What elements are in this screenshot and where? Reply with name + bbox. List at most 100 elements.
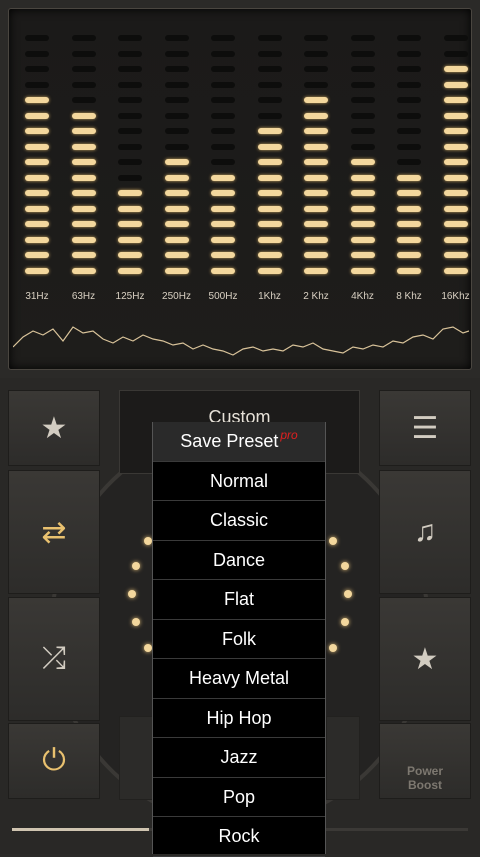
eq-segment bbox=[397, 159, 421, 165]
eq-segment bbox=[443, 66, 468, 72]
shuffle-button[interactable]: ⤮ bbox=[8, 597, 100, 721]
eq-segment bbox=[118, 190, 142, 196]
eq-segment bbox=[443, 50, 468, 57]
eq-segment bbox=[211, 35, 235, 41]
menu-item-rock[interactable]: Rock bbox=[153, 817, 325, 857]
eq-segment bbox=[71, 128, 96, 134]
eq-segment bbox=[443, 205, 468, 212]
eq-segment bbox=[257, 236, 282, 243]
eq-segment bbox=[25, 128, 49, 134]
menu-item-classic[interactable]: Classic bbox=[153, 501, 325, 541]
eq-segment bbox=[71, 174, 96, 181]
eq-segment bbox=[25, 252, 49, 258]
eq-segment bbox=[164, 143, 189, 150]
eq-segment bbox=[71, 159, 96, 165]
eq-segment bbox=[25, 236, 49, 243]
next-track-button[interactable] bbox=[326, 716, 360, 800]
eq-segment bbox=[164, 35, 189, 41]
eq-segment bbox=[397, 128, 421, 134]
favorite-button[interactable]: ★ bbox=[379, 597, 471, 721]
eq-segment bbox=[257, 35, 282, 41]
music-button[interactable]: ♫ bbox=[379, 470, 471, 594]
eq-segment bbox=[211, 205, 235, 212]
eq-segment bbox=[118, 97, 142, 103]
waveform-line bbox=[13, 326, 469, 356]
dial-led bbox=[132, 618, 140, 626]
eq-segment bbox=[71, 221, 96, 227]
eq-segment bbox=[257, 252, 282, 258]
eq-segment bbox=[211, 97, 235, 103]
eq-segment bbox=[257, 143, 282, 150]
presets-button[interactable]: ★ bbox=[8, 390, 100, 466]
menu-item-normal[interactable]: Normal bbox=[153, 462, 325, 501]
menu-item-label: Normal bbox=[209, 470, 268, 491]
eq-segment bbox=[164, 128, 189, 134]
eq-segment bbox=[257, 221, 282, 227]
eq-segment bbox=[397, 252, 421, 258]
eq-segment bbox=[164, 81, 189, 88]
eq-segment bbox=[350, 267, 375, 274]
repeat-button[interactable]: ⇄ bbox=[8, 470, 100, 594]
menu-item-label: Folk bbox=[221, 628, 256, 649]
eq-segment bbox=[304, 205, 328, 212]
eq-segment bbox=[397, 50, 421, 57]
eq-segment bbox=[164, 236, 189, 243]
menu-item-label: Heavy Metal bbox=[188, 668, 290, 688]
eq-segment bbox=[257, 190, 282, 196]
dial-led bbox=[128, 590, 136, 598]
eq-segment bbox=[211, 190, 235, 196]
eq-band-label: 1Khz bbox=[258, 291, 281, 302]
eq-segment bbox=[25, 143, 49, 150]
eq-segment bbox=[211, 221, 235, 227]
playlist-button[interactable]: ☰ bbox=[379, 390, 471, 466]
eq-segment bbox=[25, 81, 49, 88]
eq-segment bbox=[257, 128, 282, 134]
eq-segment bbox=[304, 128, 328, 134]
prev-track-button[interactable] bbox=[119, 716, 153, 800]
eq-segment bbox=[304, 112, 328, 119]
eq-segment bbox=[350, 174, 375, 181]
eq-segment bbox=[350, 190, 375, 196]
menu-item-pop[interactable]: Pop bbox=[153, 778, 325, 817]
eq-band-label: 4Khz bbox=[351, 291, 374, 302]
menu-item-save-preset[interactable]: Save Preset pro bbox=[153, 422, 325, 462]
eq-segment bbox=[25, 190, 49, 196]
eq-segment bbox=[164, 205, 189, 212]
eq-segment bbox=[118, 267, 142, 274]
eq-segment bbox=[71, 50, 96, 57]
eq-segment bbox=[397, 236, 421, 243]
eq-segment bbox=[397, 97, 421, 103]
eq-segment bbox=[164, 252, 189, 258]
menu-item-jazz[interactable]: Jazz bbox=[153, 738, 325, 778]
power-button[interactable]: ⏻ bbox=[8, 723, 100, 799]
eq-segment bbox=[443, 267, 468, 274]
eq-segment bbox=[257, 97, 282, 103]
eq-segment bbox=[257, 66, 282, 72]
eq-segment bbox=[443, 35, 468, 41]
eq-segment bbox=[211, 159, 235, 165]
eq-segment bbox=[304, 81, 328, 88]
power-boost-button[interactable]: Power Boost bbox=[379, 723, 471, 799]
dial-led bbox=[341, 618, 349, 626]
eq-segment bbox=[118, 143, 142, 150]
eq-segment bbox=[443, 81, 468, 88]
dial-led bbox=[132, 562, 140, 570]
eq-segment bbox=[211, 174, 235, 181]
playlist-icon: ☰ bbox=[411, 411, 439, 445]
menu-item-folk[interactable]: Folk bbox=[153, 620, 325, 659]
eq-segment bbox=[25, 159, 49, 165]
menu-item-hip-hop[interactable]: Hip Hop bbox=[153, 699, 325, 738]
eq-segment bbox=[257, 81, 282, 88]
eq-band-label: 8 Khz bbox=[396, 291, 422, 302]
menu-item-flat[interactable]: Flat bbox=[153, 580, 325, 620]
eq-segment bbox=[397, 81, 421, 88]
menu-item-label: Jazz bbox=[220, 747, 258, 767]
eq-segment bbox=[397, 205, 421, 212]
eq-segment bbox=[25, 50, 49, 57]
menu-item-dance[interactable]: Dance bbox=[153, 541, 325, 580]
eq-segment bbox=[164, 174, 189, 181]
eq-segment bbox=[257, 267, 282, 274]
menu-item-heavy-metal[interactable]: Heavy Metal bbox=[153, 659, 325, 699]
eq-segment bbox=[257, 205, 282, 212]
preset-dropdown-menu: Save Preset pro Normal Classic Dance Flat Folk… bbox=[152, 422, 326, 857]
